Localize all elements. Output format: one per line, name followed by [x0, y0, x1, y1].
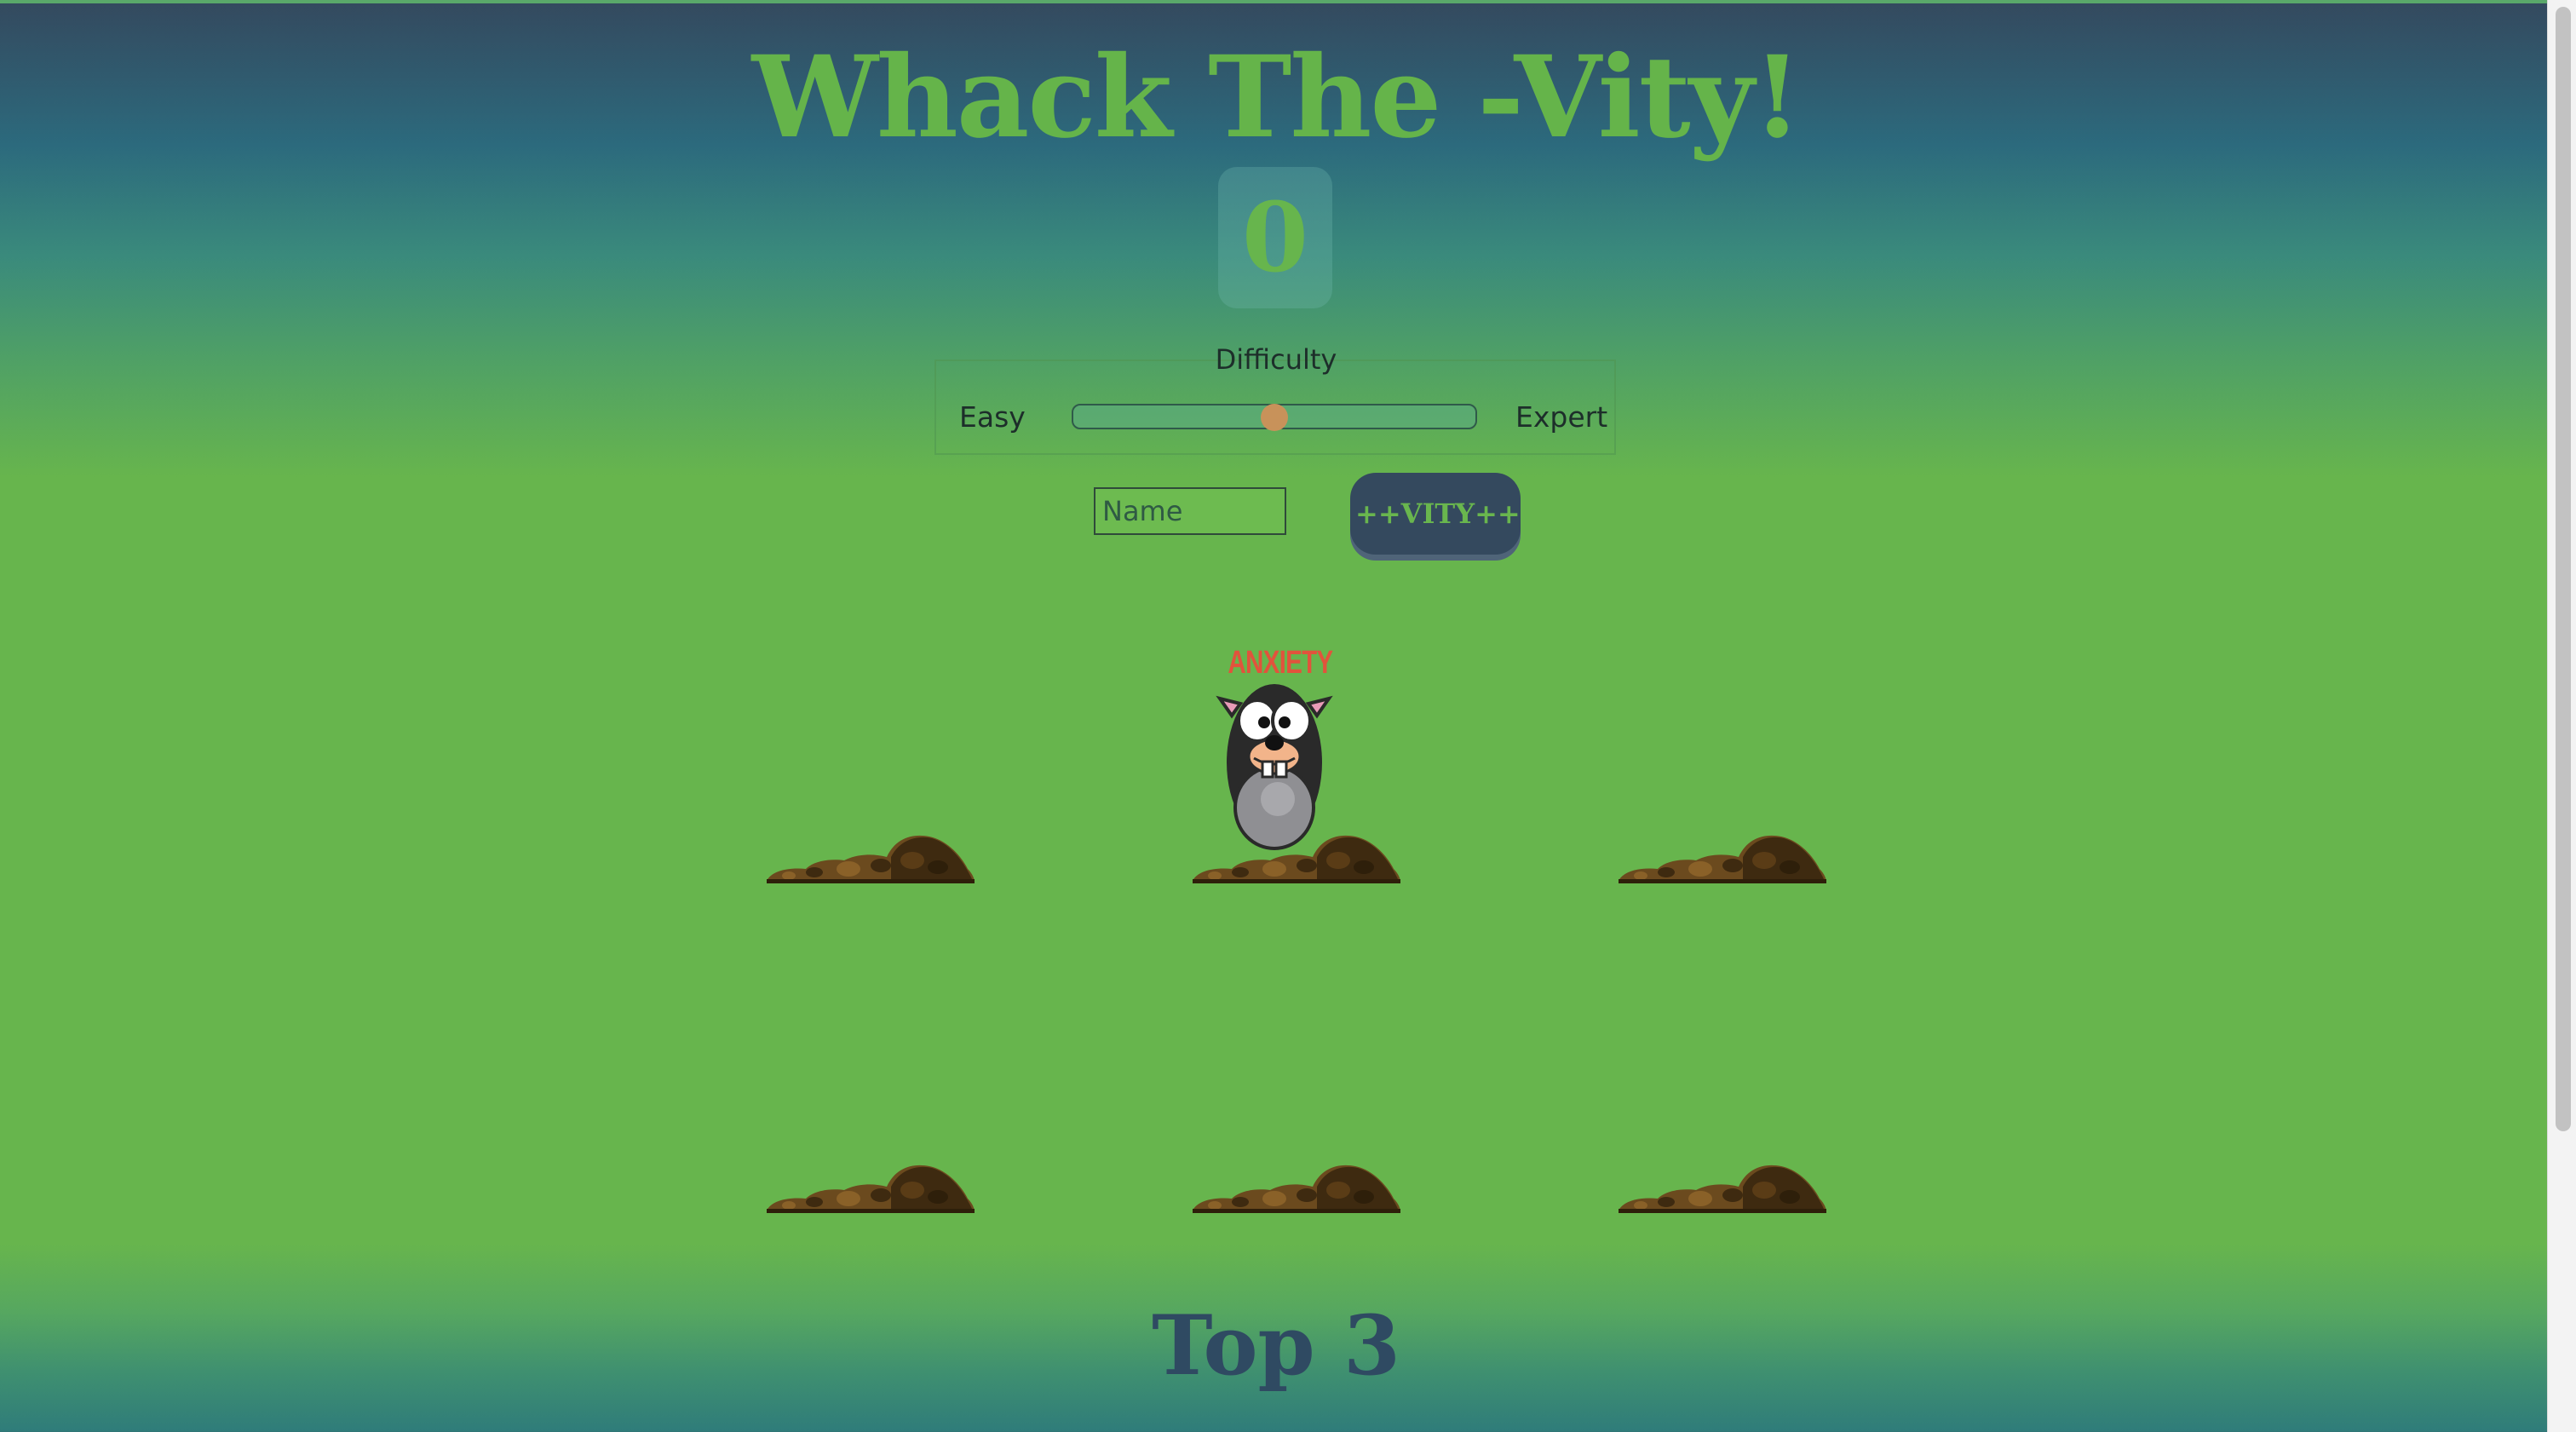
score-value: 0	[1242, 181, 1308, 294]
mole-icon	[1216, 684, 1333, 850]
dirt-mound-icon	[767, 1165, 975, 1213]
start-button[interactable]: ++VITY++	[1350, 473, 1521, 555]
top-border	[0, 0, 2576, 3]
hole-3[interactable]	[1615, 818, 1828, 886]
dirt-mound-icon	[1619, 1165, 1826, 1213]
hole-4[interactable]	[763, 1147, 976, 1216]
difficulty-slider-thumb[interactable]	[1261, 404, 1288, 431]
game-title: Whack The -Vity!	[751, 32, 1803, 164]
dirt-mound-icon	[767, 835, 975, 883]
scrollbar-thumb[interactable]	[2556, 7, 2571, 1131]
difficulty-legend-text: Difficulty	[1215, 343, 1337, 376]
hole-5[interactable]	[1189, 1147, 1402, 1216]
hole-6[interactable]	[1615, 1147, 1828, 1216]
active-mole[interactable]: ANXIETY	[1215, 642, 1334, 855]
leaderboard-title: Top 3	[1152, 1297, 1400, 1394]
difficulty-easy-label: Easy	[959, 400, 1026, 434]
name-input[interactable]	[1094, 487, 1286, 535]
score-display: 0	[1218, 167, 1332, 308]
dirt-mound-icon	[1193, 1165, 1400, 1213]
difficulty-legend: Difficulty	[0, 341, 2552, 378]
mole-label: ANXIETY	[1228, 645, 1333, 681]
hole-1[interactable]	[763, 818, 976, 886]
dirt-mound-icon	[1619, 835, 1826, 883]
difficulty-expert-label: Expert	[1515, 400, 1608, 434]
